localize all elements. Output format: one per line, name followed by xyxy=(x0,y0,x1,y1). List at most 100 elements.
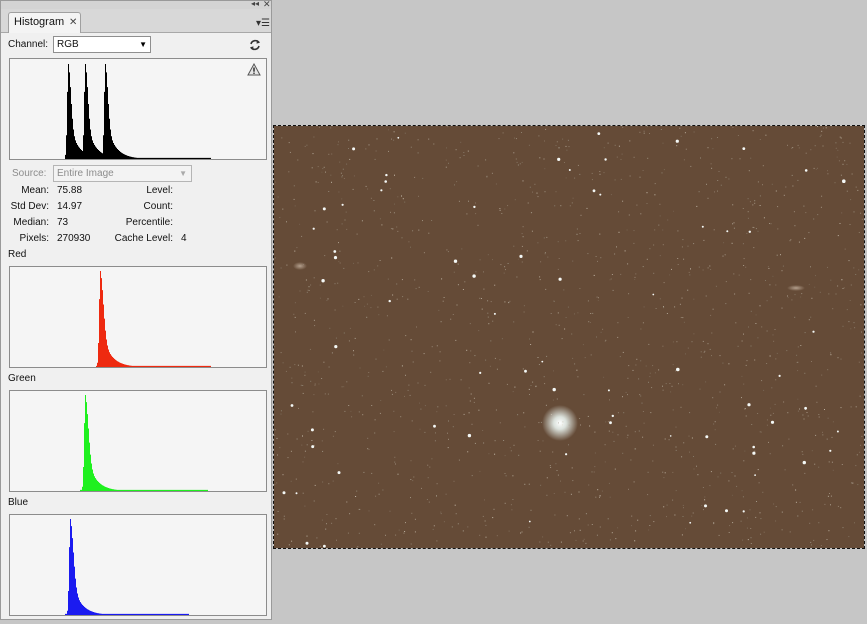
star xyxy=(781,270,783,272)
star xyxy=(461,248,463,250)
star xyxy=(565,317,567,318)
star xyxy=(484,520,486,522)
star xyxy=(683,258,685,260)
star xyxy=(572,197,574,199)
panel-title-bar[interactable]: ◂◂ ✕ xyxy=(1,0,271,9)
star xyxy=(322,168,324,170)
star xyxy=(538,364,540,365)
star xyxy=(669,274,671,276)
star xyxy=(632,369,634,371)
collapse-icon[interactable]: ◂◂ xyxy=(251,0,259,8)
bright-star xyxy=(524,369,527,373)
star xyxy=(662,471,664,473)
star xyxy=(659,255,661,257)
star xyxy=(797,398,799,400)
star xyxy=(483,288,485,290)
star xyxy=(453,414,455,415)
star xyxy=(603,172,605,174)
star xyxy=(720,184,722,186)
star xyxy=(831,126,833,128)
star xyxy=(280,413,282,415)
star xyxy=(321,171,323,173)
star xyxy=(487,316,489,318)
star xyxy=(293,313,295,315)
star xyxy=(745,415,747,417)
star xyxy=(412,480,414,482)
star xyxy=(434,440,436,442)
star xyxy=(282,474,284,476)
star xyxy=(830,352,832,354)
star xyxy=(815,434,817,436)
star xyxy=(410,246,411,248)
star xyxy=(276,437,278,439)
panel-close-icon[interactable]: ✕ xyxy=(263,0,271,9)
star xyxy=(447,447,449,449)
tab-histogram[interactable]: Histogram ✕ xyxy=(8,12,81,33)
star xyxy=(393,139,395,141)
star xyxy=(653,272,655,274)
refresh-icon[interactable] xyxy=(248,38,262,52)
star xyxy=(530,385,532,386)
star xyxy=(304,312,306,314)
star xyxy=(861,218,863,220)
star xyxy=(328,153,330,155)
star xyxy=(795,489,797,491)
bright-star xyxy=(592,189,596,193)
star xyxy=(747,198,749,200)
star xyxy=(654,229,656,231)
source-select[interactable]: Entire Image ▼ xyxy=(53,165,192,182)
bright-star xyxy=(652,293,655,296)
star xyxy=(394,174,395,176)
star xyxy=(331,153,333,155)
star xyxy=(277,196,279,198)
star xyxy=(482,430,484,431)
star xyxy=(437,406,439,408)
star xyxy=(707,267,709,269)
star xyxy=(717,190,718,192)
close-icon[interactable]: ✕ xyxy=(69,13,77,32)
star xyxy=(485,524,487,526)
star xyxy=(295,331,296,333)
star xyxy=(479,534,481,536)
rgb-histogram-plot xyxy=(10,63,266,159)
star xyxy=(696,205,698,207)
star xyxy=(571,333,573,335)
star xyxy=(772,334,774,336)
star xyxy=(732,126,734,128)
star xyxy=(348,139,350,141)
star xyxy=(535,386,537,388)
channel-select[interactable]: RGB ▼ xyxy=(53,36,151,53)
star xyxy=(714,191,715,193)
star xyxy=(635,273,637,275)
star xyxy=(479,259,481,261)
star xyxy=(412,361,414,363)
star xyxy=(302,385,304,386)
star xyxy=(448,420,449,422)
star xyxy=(601,490,603,492)
star xyxy=(665,383,667,385)
star xyxy=(775,358,777,360)
star xyxy=(528,483,530,485)
nebula-patch xyxy=(293,262,307,270)
star xyxy=(685,148,687,150)
star xyxy=(463,413,465,415)
star xyxy=(427,464,429,466)
star xyxy=(649,376,651,378)
star xyxy=(802,453,804,455)
star xyxy=(335,337,337,339)
star xyxy=(827,417,829,419)
star xyxy=(539,541,541,543)
star xyxy=(467,150,469,152)
star xyxy=(410,339,412,341)
cached-data-warning-icon[interactable] xyxy=(247,63,261,76)
star xyxy=(597,300,599,301)
star xyxy=(718,171,720,172)
document-canvas[interactable] xyxy=(273,125,865,549)
star xyxy=(840,358,842,360)
panel-menu-icon[interactable]: ▾☰ xyxy=(256,19,270,29)
star xyxy=(512,499,514,500)
star xyxy=(404,201,406,203)
star xyxy=(690,268,691,270)
star xyxy=(521,531,523,533)
star xyxy=(402,296,404,298)
